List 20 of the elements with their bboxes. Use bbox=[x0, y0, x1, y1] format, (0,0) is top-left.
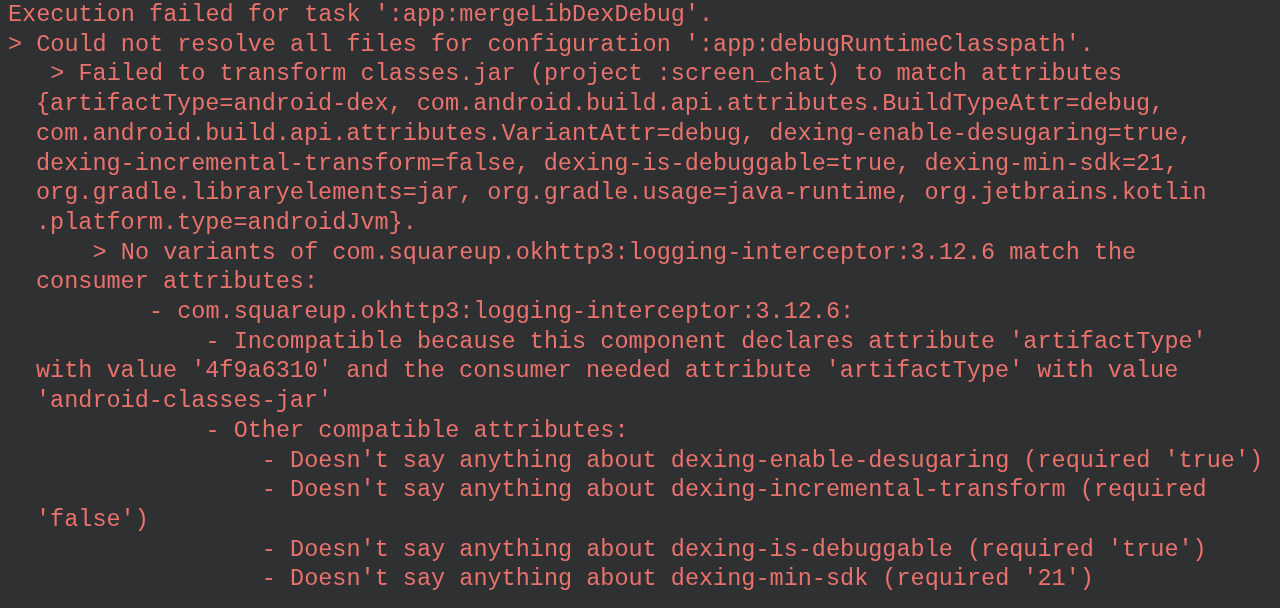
console-line: .platform.type=androidJvm}. bbox=[35, 207, 418, 238]
console-line: consumer attributes: bbox=[35, 267, 320, 298]
console-line: - Doesn't say anything about dexing-min-sdk (required '21') bbox=[260, 564, 1095, 595]
console-line: dexing-incremental-transform=false, dexing-is-debuggable=true, dexing-min-sdk=21, bbox=[35, 148, 1180, 179]
console-line: 'false') bbox=[35, 504, 150, 535]
console-line: - Incompatible because this component declares attribute 'artifactType' bbox=[204, 326, 1208, 357]
console-line: > Could not resolve all files for configuration ':app:debugRuntimeClasspath'. bbox=[8, 29, 1095, 60]
console-line: 'android-classes-jar' bbox=[35, 386, 334, 416]
console-line: Execution failed for task ':app:mergeLibDexDebug'. bbox=[8, 0, 715, 30]
console-line: - com.squareup.okhttp3:logging-interceptor:3.12.6: bbox=[148, 297, 856, 327]
console-line: com.android.build.api.attributes.VariantAttr=debug, dexing-enable-desugaring=true, bbox=[35, 118, 1194, 149]
console-line: - Doesn't say anything about dexing-enable-desugaring (required 'true') bbox=[260, 445, 1265, 476]
console-line: > No variants of com.squareup.okhttp3:logging-interceptor:3.12.6 match the bbox=[91, 237, 1138, 268]
console-line: - Doesn't say anything about dexing-incremental-transform (required bbox=[260, 475, 1208, 505]
console-line: - Other compatible attributes: bbox=[204, 415, 630, 446]
console-line: - Doesn't say anything about dexing-is-debuggable (required 'true') bbox=[260, 534, 1208, 565]
console-line: with value '4f9a6310' and the consumer needed attribute 'artifactType' with value bbox=[35, 356, 1180, 387]
console-line: > Failed to transform classes.jar (project :screen_chat) to match attributes bbox=[49, 59, 1124, 90]
console-line: org.gradle.libraryelements=jar, org.gradle.usage=java-runtime, org.jetbrains.kotlin bbox=[35, 178, 1208, 208]
console-line: {artifactType=android-dex, com.android.build.api.attributes.BuildTypeAttr=debug, bbox=[35, 89, 1166, 119]
